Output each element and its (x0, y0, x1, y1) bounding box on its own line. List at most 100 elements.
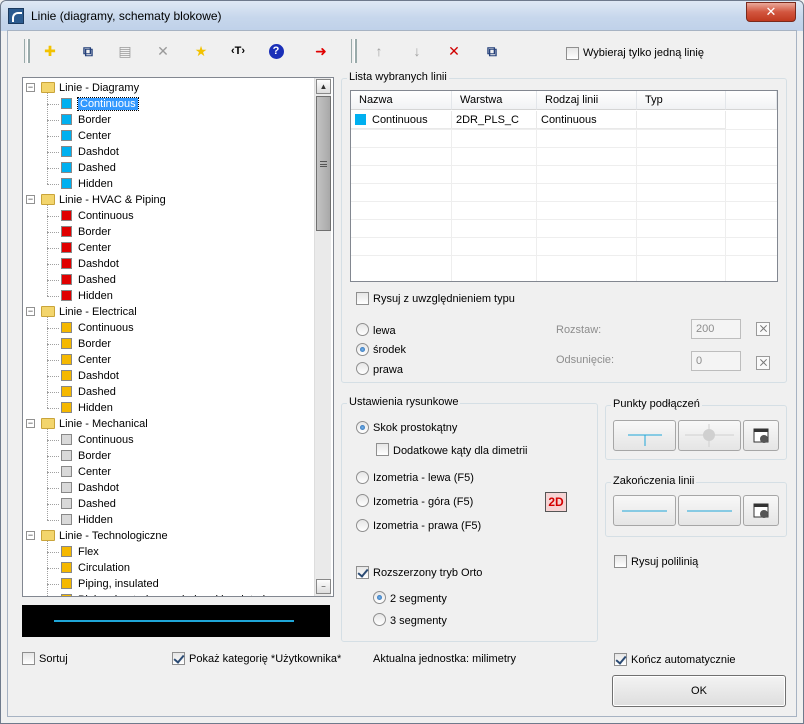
tree-item[interactable]: Center (61, 464, 111, 480)
tree-item[interactable]: Hidden (61, 512, 113, 528)
tree-item-label: Continuous (78, 322, 134, 334)
tree-item[interactable]: Continuous (61, 96, 139, 112)
endings-settings-button[interactable] (743, 495, 779, 526)
selected-lines-list[interactable]: Nazwa Warstwa Rodzaj linii Typ Continuou… (350, 90, 778, 282)
iso-right-radio[interactable] (356, 519, 369, 532)
tree-item[interactable]: Piping, heated or cooled and insulated (61, 592, 265, 596)
line-preview (22, 605, 330, 637)
tree-expander-icon[interactable]: − (26, 195, 35, 204)
tree-item[interactable]: Dashed (61, 496, 116, 512)
tree-item[interactable]: Continuous (61, 208, 134, 224)
row-type (637, 111, 726, 129)
tree-item[interactable]: Center (61, 240, 111, 256)
ending-end-button[interactable] (678, 495, 741, 526)
tree-group[interactable]: Linie - HVAC & Piping (41, 192, 166, 208)
tree-item[interactable]: Piping, insulated (61, 576, 159, 592)
position-right-radio[interactable] (356, 362, 369, 375)
tree-item[interactable]: Continuous (61, 432, 134, 448)
title-bar[interactable]: Linie (diagramy, schematy blokowe) ✕ (1, 1, 803, 31)
tree-connector (47, 184, 59, 185)
tree-connector (47, 488, 59, 489)
tree-item[interactable]: Hidden (61, 400, 113, 416)
scroll-thumb[interactable] (316, 96, 331, 231)
dimetric-angles-checkbox[interactable] (376, 443, 389, 456)
tree-expander-icon[interactable]: − (26, 83, 35, 92)
properties-icon[interactable]: ▤ (113, 40, 137, 62)
offset-input[interactable]: 0 (691, 351, 741, 371)
tree-expander-icon[interactable]: − (26, 419, 35, 428)
delete-icon[interactable]: ✕ (151, 40, 175, 62)
tree-expander-icon[interactable]: − (26, 307, 35, 316)
connection-settings-button[interactable] (743, 420, 779, 451)
sort-checkbox[interactable] (22, 652, 35, 665)
remove-red-icon[interactable]: ✕ (442, 40, 466, 62)
iso-top-radio[interactable] (356, 494, 369, 507)
move-down-icon[interactable]: ↓ (405, 40, 429, 62)
tree-group[interactable]: Linie - Technologiczne (41, 528, 168, 544)
tree-item[interactable]: Border (61, 336, 111, 352)
tree-item[interactable]: Flex (61, 544, 99, 560)
tree-item[interactable]: Dashdot (61, 144, 119, 160)
right-step-radio[interactable] (356, 421, 369, 434)
transfer-arrow-icon[interactable]: ➜ (309, 40, 333, 62)
tree-item[interactable]: Dashdot (61, 368, 119, 384)
tree-item[interactable]: Center (61, 352, 111, 368)
help-icon[interactable]: ? (264, 40, 288, 62)
column-header-name[interactable]: Nazwa (351, 91, 452, 110)
auto-finish-checkbox[interactable] (614, 653, 627, 666)
three-segments-radio[interactable] (373, 613, 386, 626)
two-segments-radio[interactable] (373, 591, 386, 604)
connection-point-button[interactable] (678, 420, 741, 451)
spacing-input[interactable]: 200 (691, 319, 741, 339)
offset-pick-icon[interactable] (756, 356, 770, 370)
tree-item[interactable]: Hidden (61, 176, 113, 192)
tree-item[interactable]: Continuous (61, 320, 134, 336)
single-line-checkbox[interactable] (566, 47, 579, 60)
tree-item[interactable]: Hidden (61, 288, 113, 304)
tree-item[interactable]: Dashed (61, 384, 116, 400)
column-header-layer[interactable]: Warstwa (452, 91, 537, 110)
tree-item[interactable]: Border (61, 224, 111, 240)
tree-group-label: Linie - Technologiczne (59, 530, 168, 542)
line-tree[interactable]: − Linie - Diagramy Continuous Border Center D… (22, 77, 334, 597)
duplicate-icon[interactable]: ⧉ (480, 40, 504, 62)
ending-start-button[interactable] (613, 495, 676, 526)
toolbar-grip-right[interactable] (351, 39, 355, 63)
tree-item[interactable]: Dashed (61, 272, 116, 288)
move-up-icon[interactable]: ↑ (367, 40, 391, 62)
scroll-collapse-button[interactable]: − (316, 579, 331, 594)
polyline-checkbox[interactable] (614, 555, 627, 568)
ok-button[interactable]: OK (612, 675, 786, 707)
tree-connector (47, 120, 59, 121)
tree-item[interactable]: Dashdot (61, 480, 119, 496)
connection-tee-button[interactable] (613, 420, 676, 451)
position-center-radio[interactable] (356, 343, 369, 356)
column-header-type[interactable]: Typ (637, 91, 726, 110)
tree-scrollbar[interactable]: ▲ − (314, 78, 331, 596)
scroll-up-button[interactable]: ▲ (316, 79, 331, 94)
tree-item[interactable]: Dashed (61, 160, 116, 176)
show-user-category-checkbox[interactable] (172, 652, 185, 665)
draw-with-type-checkbox[interactable] (356, 292, 369, 305)
close-button[interactable]: ✕ (746, 2, 796, 22)
tree-expander-icon[interactable]: − (26, 531, 35, 540)
tree-item[interactable]: Dashdot (61, 256, 119, 272)
tree-group[interactable]: Linie - Mechanical (41, 416, 148, 432)
tree-item[interactable]: Border (61, 112, 111, 128)
position-left-radio[interactable] (356, 323, 369, 336)
column-header-kind[interactable]: Rodzaj linii (537, 91, 637, 110)
toolbar-grip[interactable] (24, 39, 28, 63)
extended-ortho-checkbox[interactable] (356, 566, 369, 579)
mode-2d-badge[interactable]: 2D (545, 492, 567, 512)
favorite-star-icon[interactable]: ★ (189, 40, 213, 62)
add-icon[interactable]: ✚ (38, 40, 62, 62)
text-icon[interactable]: ‹T› (226, 40, 250, 62)
tree-group[interactable]: Linie - Electrical (41, 304, 137, 320)
tree-group[interactable]: Linie - Diagramy (41, 80, 139, 96)
tree-item[interactable]: Border (61, 448, 111, 464)
spacing-pick-icon[interactable] (756, 322, 770, 336)
tree-item[interactable]: Center (61, 128, 111, 144)
iso-left-radio[interactable] (356, 471, 369, 484)
tree-item[interactable]: Circulation (61, 560, 130, 576)
copy-icon[interactable]: ⧉ (76, 40, 100, 62)
